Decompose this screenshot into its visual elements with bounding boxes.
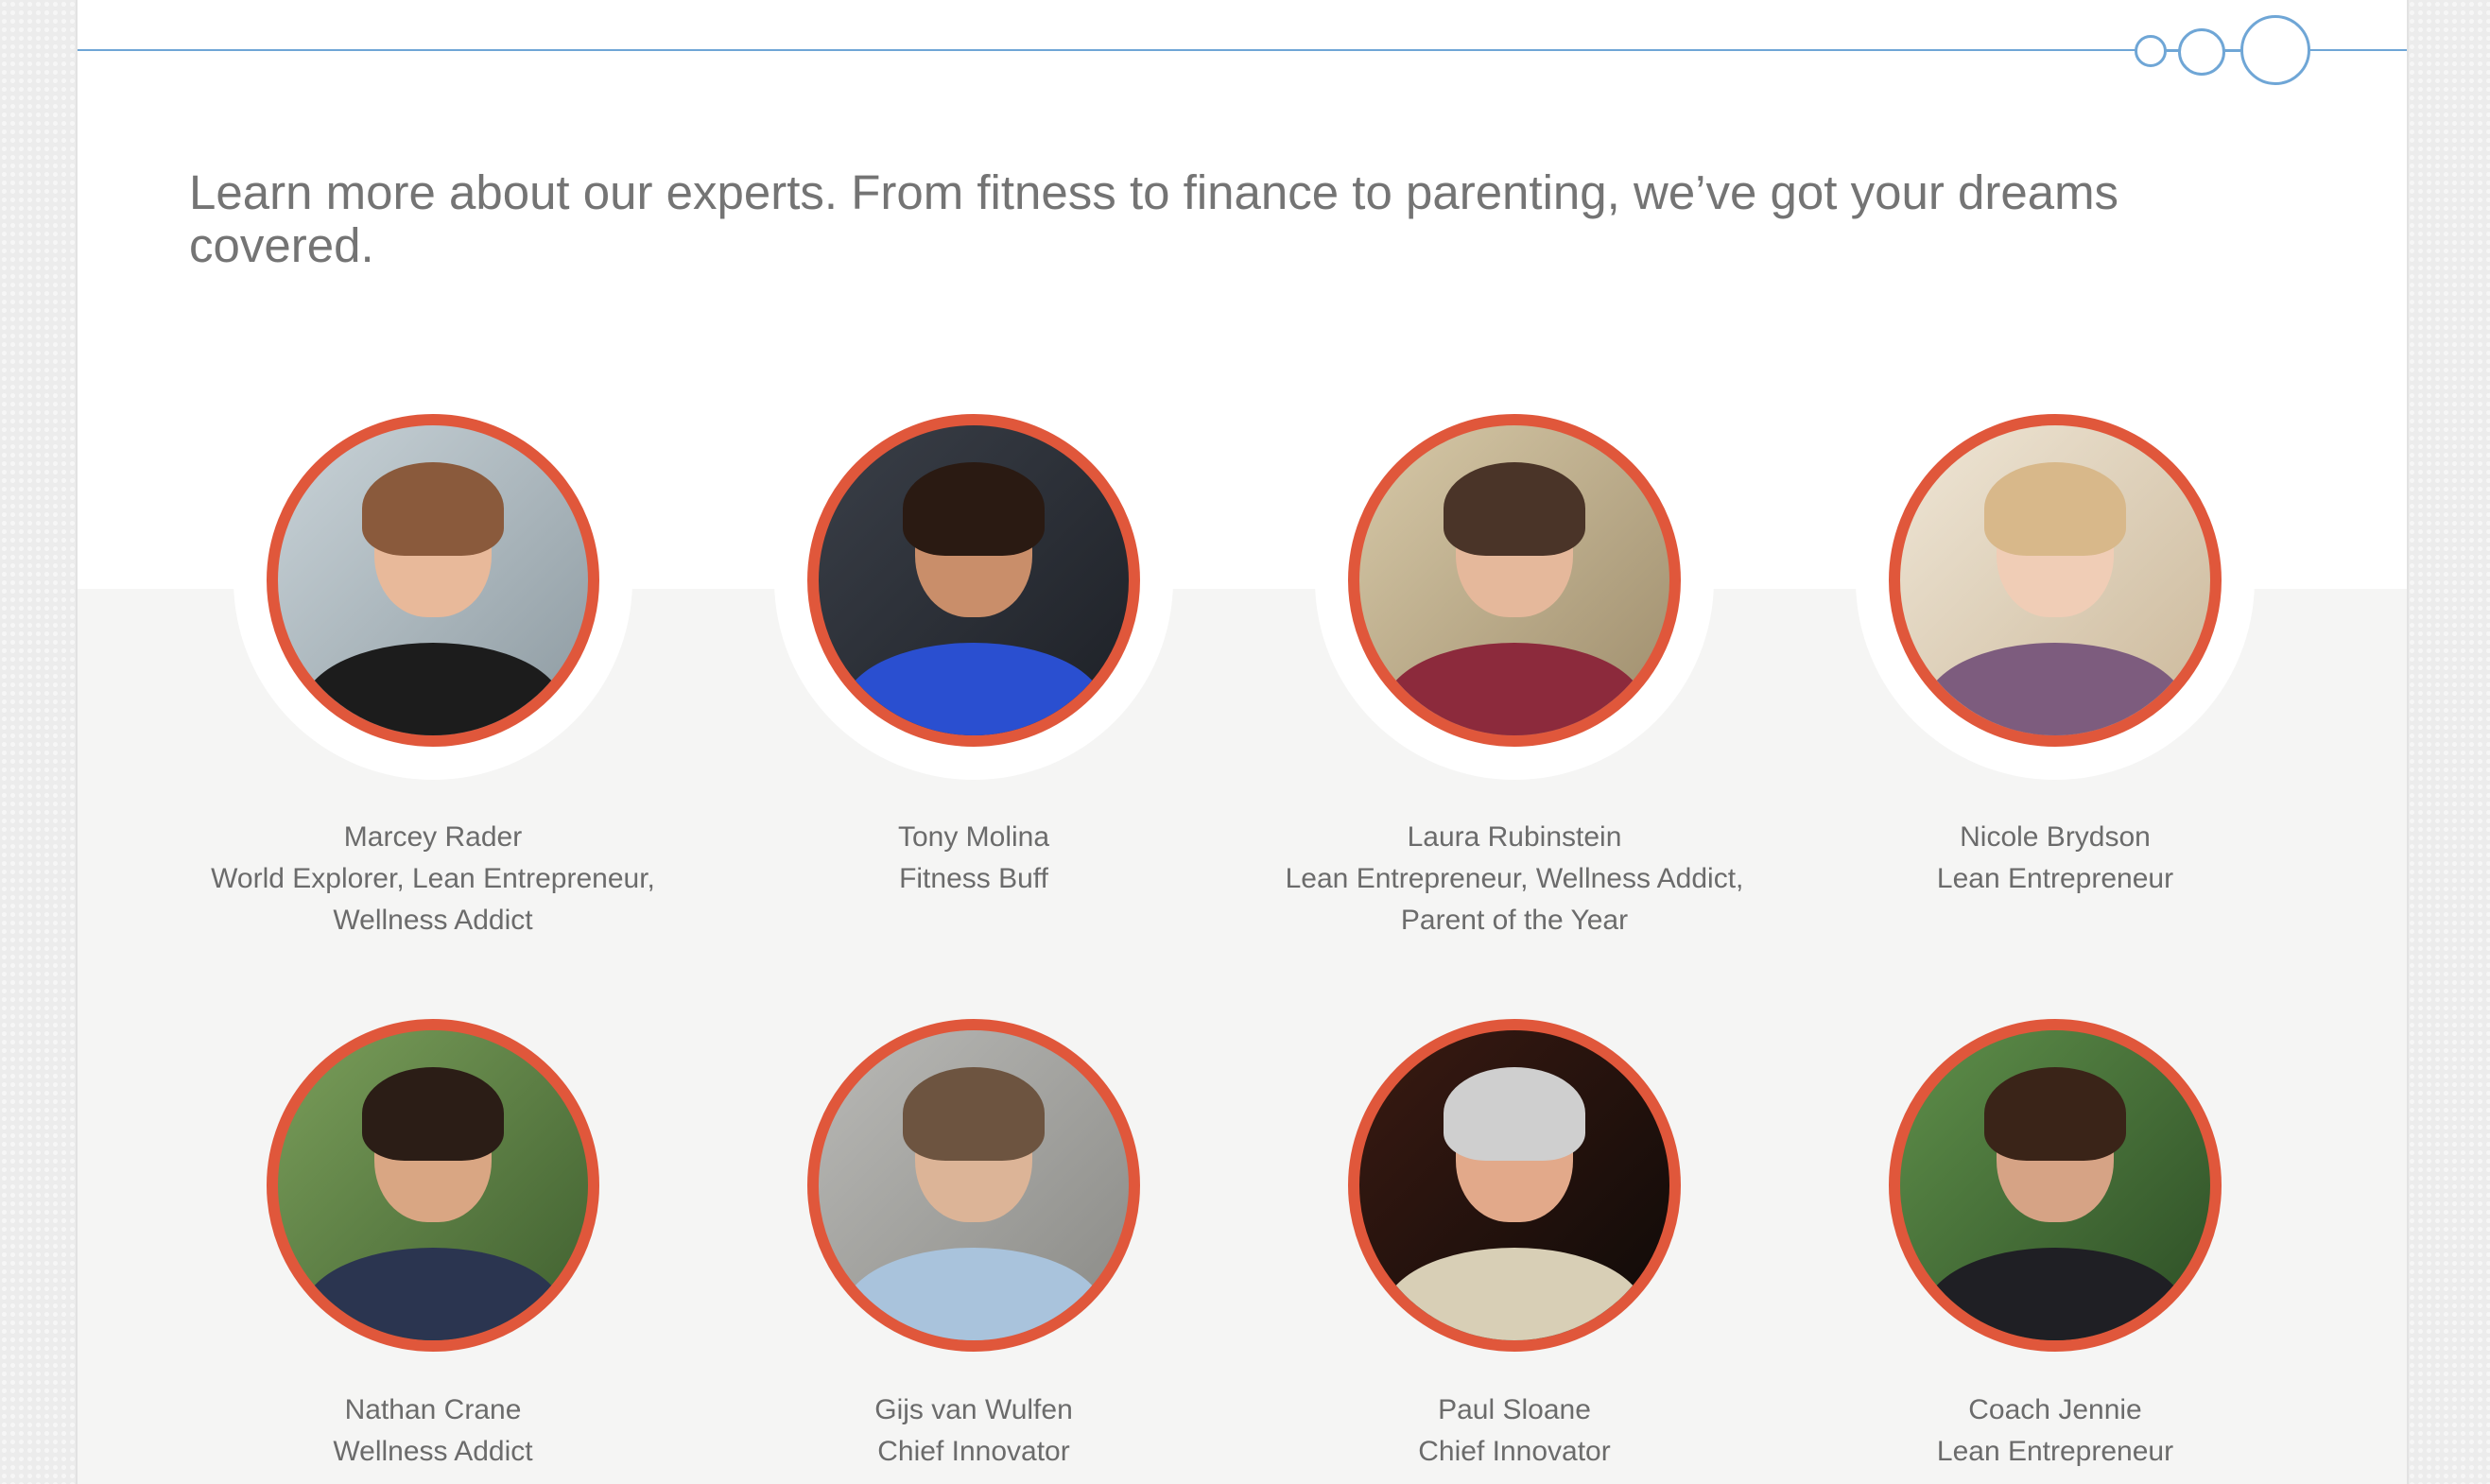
expert-avatar[interactable] (1889, 414, 2222, 747)
expert-label: Nathan Crane Wellness Addict (168, 1389, 698, 1473)
avatar-hair (902, 462, 1046, 556)
expert-avatar[interactable] (1348, 1019, 1681, 1352)
expert-role: Lean Entrepreneur (1936, 863, 2174, 894)
expert-avatar[interactable] (267, 414, 599, 747)
expert-avatar[interactable] (807, 414, 1140, 747)
expert-avatar[interactable] (1889, 1019, 2222, 1352)
avatar-shoulders (1384, 642, 1645, 735)
expert-avatar[interactable] (807, 1019, 1140, 1352)
expert-role: Lean Entrepreneur, Wellness Addict, (1285, 863, 1744, 894)
expert-label: Nicole Brydson Lean Entrepreneur (1790, 817, 2320, 900)
intro-line-1: Learn more about our experts. From fitne… (189, 165, 2119, 219)
avatar-shoulders (843, 1247, 1104, 1340)
expert-label: Marcey Rader World Explorer, Lean Entrepr… (168, 817, 698, 941)
avatar-hair (1983, 462, 2127, 556)
expert-role: Lean Entrepreneur (1936, 1436, 2174, 1467)
expert-label: Tony Molina Fitness Buff (709, 817, 1238, 900)
experts-panel: Learn more about our experts. From fitne… (76, 0, 2409, 1484)
expert-role: Parent of the Year (1400, 905, 1629, 936)
bubble-connector (2167, 49, 2178, 52)
expert-label: Laura Rubinstein Lean Entrepreneur, Welln… (1250, 817, 1779, 941)
expert-role: Wellness Addict (333, 1436, 533, 1467)
decorative-bubble-large (2240, 15, 2310, 85)
expert-label: Gijs van Wulfen Chief Innovator (709, 1389, 1238, 1473)
top-divider (78, 49, 2407, 51)
decorative-bubble-small (2135, 35, 2167, 67)
expert-role: Wellness Addict (333, 905, 533, 936)
avatar-shoulders (843, 642, 1104, 735)
avatar-hair (1443, 1067, 1586, 1161)
avatar-hair (361, 462, 505, 556)
expert-name[interactable]: Nathan Crane (168, 1389, 698, 1431)
avatar-shoulders (1925, 1247, 2186, 1340)
expert-avatar[interactable] (267, 1019, 599, 1352)
intro-text: Learn more about our experts. From fitne… (189, 166, 2269, 272)
expert-role: World Explorer, Lean Entrepreneur, (211, 863, 655, 894)
expert-name[interactable]: Coach Jennie (1790, 1389, 2320, 1431)
expert-name[interactable]: Nicole Brydson (1790, 817, 2320, 858)
avatar-shoulders (1925, 642, 2186, 735)
expert-name[interactable]: Laura Rubinstein (1250, 817, 1779, 858)
avatar-hair (361, 1067, 505, 1161)
expert-label: Paul Sloane Chief Innovator (1250, 1389, 1779, 1473)
expert-name[interactable]: Gijs van Wulfen (709, 1389, 1238, 1431)
bubble-connector (2225, 49, 2240, 52)
avatar-shoulders (303, 642, 563, 735)
expert-name[interactable]: Marcey Rader (168, 817, 698, 858)
expert-role: Chief Innovator (877, 1436, 1070, 1467)
expert-role: Chief Innovator (1418, 1436, 1611, 1467)
expert-label: Coach Jennie Lean Entrepreneur (1790, 1389, 2320, 1473)
avatar-hair (902, 1067, 1046, 1161)
avatar-shoulders (303, 1247, 563, 1340)
expert-role: Fitness Buff (899, 863, 1048, 894)
expert-name[interactable]: Tony Molina (709, 817, 1238, 858)
avatar-hair (1443, 462, 1586, 556)
decorative-bubble-medium (2178, 28, 2225, 76)
intro-line-2: covered. (189, 218, 374, 272)
avatar-shoulders (1384, 1247, 1645, 1340)
expert-avatar[interactable] (1348, 414, 1681, 747)
expert-name[interactable]: Paul Sloane (1250, 1389, 1779, 1431)
avatar-hair (1983, 1067, 2127, 1161)
